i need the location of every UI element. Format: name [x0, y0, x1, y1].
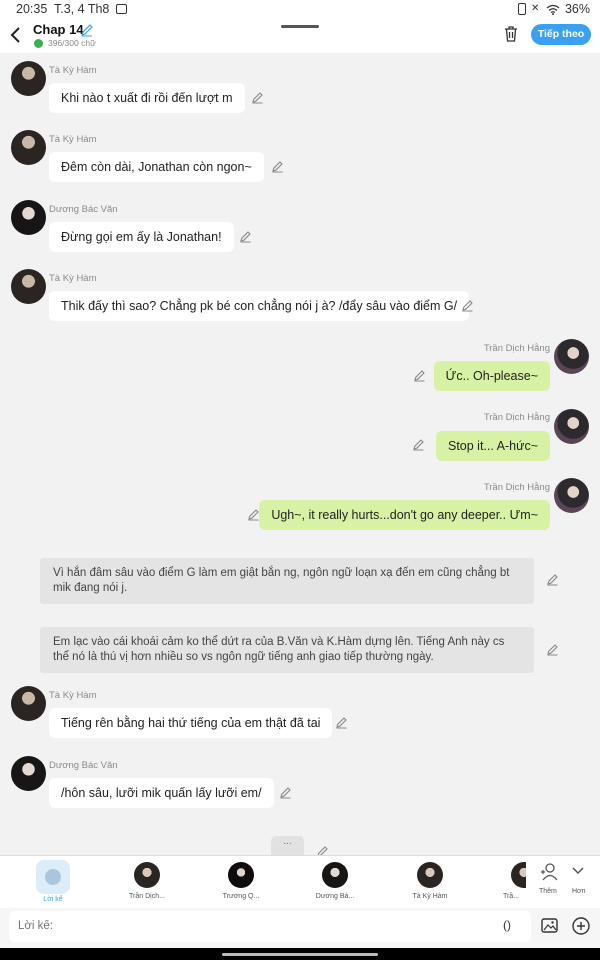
plus-circle-icon[interactable] — [572, 917, 590, 935]
sender-name: Trần Dịch Hằng — [483, 343, 550, 354]
message-bubble[interactable]: Đêm còn dài, Jonathan còn ngon~ — [49, 152, 264, 182]
sender-name: Dương Bác Văn — [49, 204, 118, 215]
character-selector: Lời kể Trần Dịch... Trương Q... Dương Bá… — [0, 855, 600, 908]
edit-pencil-icon[interactable] — [271, 160, 284, 173]
edit-pencil-icon[interactable] — [412, 438, 425, 451]
edit-pencil-icon[interactable] — [546, 573, 559, 586]
avatar — [554, 339, 589, 374]
edit-pencil-icon[interactable] — [335, 716, 348, 729]
edit-pencil-icon[interactable] — [251, 91, 264, 104]
avatar — [11, 686, 46, 721]
edit-pencil-icon[interactable] — [279, 786, 292, 799]
avatar — [554, 478, 589, 513]
sender-name: Dương Bác Văn — [49, 760, 118, 771]
message-bubble[interactable]: Đừng gọi em ấy là Jonathan! — [49, 222, 234, 252]
home-handle[interactable] — [222, 953, 378, 956]
next-button[interactable]: Tiếp theo — [531, 24, 591, 45]
sender-name: Tà Kỳ Hàm — [49, 690, 97, 701]
character-avatar — [134, 862, 160, 888]
narrator-icon — [36, 860, 70, 894]
character-name: Trầ... — [502, 893, 520, 900]
wifi-icon — [546, 4, 560, 15]
chevron-down-icon[interactable] — [571, 866, 585, 876]
edit-pencil-icon[interactable] — [247, 508, 260, 521]
character-avatar — [322, 862, 348, 888]
status-date: T.3, 4 Th8 — [54, 2, 110, 16]
character-avatar — [228, 862, 254, 888]
avatar — [554, 409, 589, 444]
sender-name: Tà Kỳ Hàm — [49, 273, 97, 284]
character-item[interactable]: Trần Dịch... — [120, 860, 174, 900]
avatar — [11, 269, 46, 304]
sender-name: Tà Kỳ Hàm — [49, 134, 97, 145]
avatar — [11, 130, 46, 165]
status-bar: 20:35 T.3, 4 Th8 ✕ 36% — [0, 0, 600, 20]
add-character-icon[interactable] — [540, 862, 558, 882]
system-nav-bar — [0, 948, 600, 960]
character-name: Trương Q... — [222, 893, 260, 900]
narration-block[interactable]: Vì hắn đâm sâu vào điểm G làm em giật bắ… — [40, 558, 534, 604]
sender-name: Trần Dịch Hằng — [483, 482, 550, 493]
more-label[interactable]: Hơn — [572, 888, 586, 895]
character-avatar — [417, 862, 443, 888]
message-input[interactable] — [9, 911, 531, 942]
avatar — [11, 61, 46, 96]
character-avatar — [511, 862, 526, 888]
check-icon — [34, 39, 43, 48]
message-bubble[interactable]: Stop it... A-hức~ — [435, 431, 550, 461]
character-item[interactable]: Tà Kỳ Hàm — [403, 860, 457, 900]
message-bubble[interactable]: Ức.. Oh-please~ — [433, 361, 550, 391]
word-count: 396/300 chữ — [48, 38, 96, 48]
chapter-header: Chap 14 396/300 chữ Tiếp theo — [0, 20, 600, 53]
input-bar: () — [0, 908, 600, 948]
typing-indicator[interactable]: ... — [271, 836, 304, 856]
drag-handle[interactable] — [281, 25, 319, 28]
character-name: Trần Dịch... — [129, 893, 165, 900]
edit-title-pencil-icon[interactable] — [80, 23, 94, 37]
edit-pencil-icon[interactable] — [546, 643, 559, 656]
narration-block[interactable]: Em lạc vào cái khoái cảm ko thể dứt ra c… — [40, 627, 534, 673]
message-bubble[interactable]: Tiếng rên bằng hai thứ tiếng của em thật… — [49, 708, 333, 738]
action-paren-button[interactable]: () — [503, 918, 511, 932]
chapter-title[interactable]: Chap 14 — [33, 22, 84, 37]
battery-percent: 36% — [564, 2, 590, 16]
image-icon[interactable] — [541, 918, 558, 933]
back-arrow-icon[interactable] — [9, 26, 23, 44]
character-item[interactable]: Trầ... — [496, 860, 526, 900]
message-bubble[interactable]: Thik đấy thì sao? Chẳng pk bé con chẳng … — [49, 291, 470, 321]
status-time: 20:35 — [16, 2, 48, 16]
avatar — [11, 200, 46, 235]
character-narrator[interactable]: Lời kể — [26, 860, 80, 903]
edit-pencil-icon[interactable] — [239, 230, 252, 243]
gallery-notification-icon — [116, 4, 127, 14]
mute-icon: ✕ — [530, 3, 540, 14]
character-name: Tà Kỳ Hàm — [412, 893, 448, 900]
edit-pencil-icon[interactable] — [461, 299, 474, 312]
message-bubble[interactable]: Ugh~, it really hurts...don't go any dee… — [259, 500, 550, 530]
trash-icon[interactable] — [503, 25, 519, 43]
character-item[interactable]: Trương Q... — [214, 860, 268, 900]
message-bubble[interactable]: /hôn sâu, lưỡi mik quấn lấy lưỡi em/ — [49, 778, 274, 808]
add-character-label[interactable]: Thêm — [539, 888, 557, 895]
message-bubble[interactable]: Khi nào t xuất đi rồi đến lượt m — [49, 83, 245, 113]
avatar — [11, 756, 46, 791]
character-name: Dương Bá... — [315, 893, 355, 900]
sender-name: Trần Dịch Hằng — [483, 412, 550, 423]
status-right: ✕ 36% — [517, 2, 590, 16]
edit-pencil-icon[interactable] — [413, 369, 426, 382]
character-item[interactable]: Dương Bá... — [308, 860, 362, 900]
battery-saver-icon — [517, 3, 526, 15]
character-name: Lời kể — [43, 896, 63, 903]
sender-name: Tà Kỳ Hàm — [49, 65, 97, 76]
